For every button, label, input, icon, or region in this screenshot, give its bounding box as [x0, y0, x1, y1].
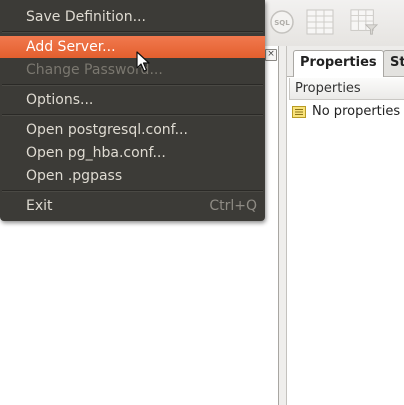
properties-column-header[interactable]: Properties	[289, 78, 404, 100]
properties-row: No properties	[289, 102, 404, 122]
menu-separator	[2, 84, 263, 86]
menu-item-save-definition[interactable]: Save Definition...	[0, 6, 265, 28]
menu-separator	[2, 114, 263, 116]
tab-properties[interactable]: Properties	[293, 50, 384, 77]
menu-item-shortcut: Ctrl+Q	[209, 198, 257, 214]
properties-list-icon	[292, 106, 306, 118]
grid-icon[interactable]	[306, 8, 334, 36]
menu-separator	[2, 31, 263, 33]
sql-icon[interactable]: SQL	[268, 8, 296, 36]
menu-item-label: Add Server...	[26, 39, 116, 55]
menu-item-add-server[interactable]: Add Server...	[0, 36, 265, 58]
pane-splitter[interactable]	[279, 46, 287, 405]
menu-item-open-pg-hba-conf[interactable]: Open pg_hba.conf...	[0, 142, 265, 164]
no-properties-text: No properties	[312, 104, 401, 119]
menu-item-label: Save Definition...	[26, 9, 146, 25]
tab-statistics[interactable]: St	[383, 50, 404, 76]
sql-icon-label: SQL	[274, 19, 290, 27]
menu-item-open-pgpass[interactable]: Open .pgpass	[0, 165, 265, 187]
file-menu: Save Definition... Add Server... Change …	[0, 0, 265, 221]
menu-item-label: Exit	[26, 198, 53, 214]
properties-pane: Properties St Properties No properties	[287, 46, 404, 405]
menu-separator	[2, 190, 263, 192]
menu-item-label: Open pg_hba.conf...	[26, 145, 166, 161]
mouse-cursor-icon	[136, 51, 150, 72]
grid-filter-icon[interactable]	[350, 8, 378, 36]
menu-item-change-password: Change Password...	[0, 59, 265, 81]
menu-item-open-postgresql-conf[interactable]: Open postgresql.conf...	[0, 119, 265, 141]
menu-item-label: Options...	[26, 92, 94, 108]
menu-item-label: Open .pgpass	[26, 168, 123, 184]
close-icon[interactable]: ×	[265, 49, 277, 61]
menu-item-label: Open postgresql.conf...	[26, 122, 188, 138]
menu-item-options[interactable]: Options...	[0, 89, 265, 111]
menu-item-exit[interactable]: Exit Ctrl+Q	[0, 195, 265, 217]
tab-bar: Properties St	[287, 46, 404, 77]
